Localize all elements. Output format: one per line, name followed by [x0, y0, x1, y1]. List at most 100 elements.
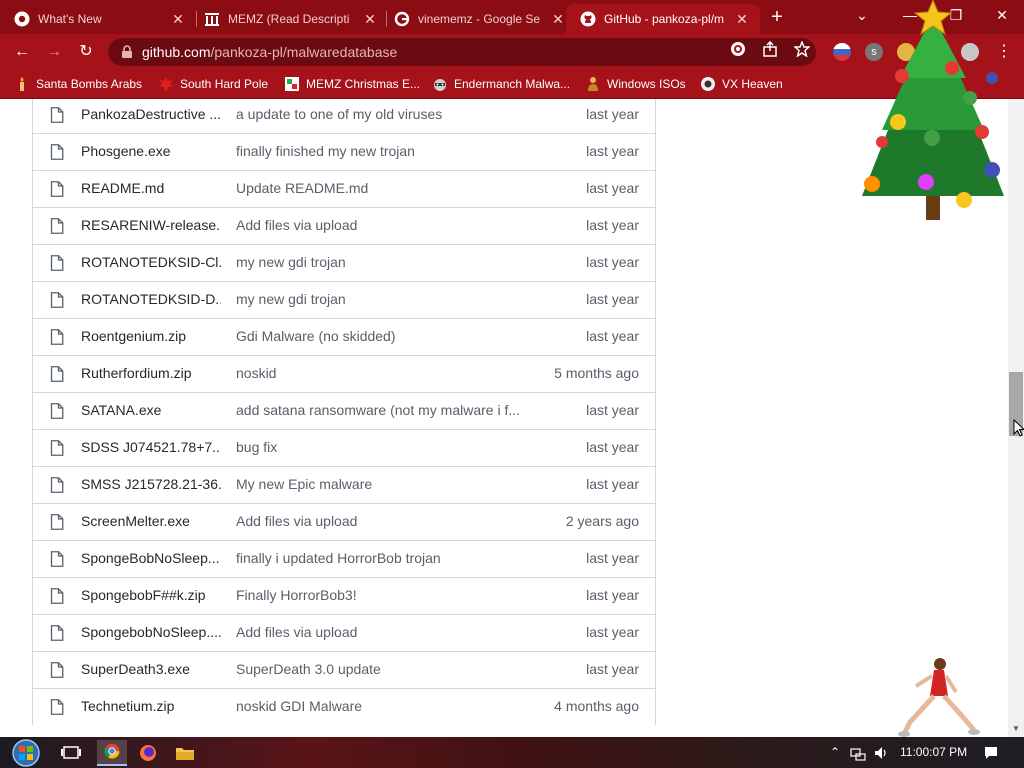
commit-message-link[interactable]: Finally HorrorBob3!: [236, 587, 526, 603]
memz-icon: [285, 77, 299, 91]
bookmark-star-icon[interactable]: [794, 41, 810, 57]
file-name-link[interactable]: Rutherfordium.zip: [81, 365, 221, 381]
file-name-link[interactable]: Roentgenium.zip: [81, 328, 221, 344]
windows-taskbar: ⌃ 11:00:07 PM: [0, 737, 1024, 768]
commit-message-link[interactable]: SuperDeath 3.0 update: [236, 661, 526, 677]
commit-message-link[interactable]: finally finished my new trojan: [236, 143, 526, 159]
scroll-down-arrow-icon[interactable]: ▼: [1008, 722, 1024, 736]
tab-whats-new[interactable]: What's New ✕: [0, 4, 196, 34]
file-row: PankozaDestructive ... a update to one of…: [33, 99, 655, 133]
tray-overflow-chevron-icon[interactable]: ⌃: [827, 745, 843, 761]
start-orb-icon[interactable]: [8, 737, 44, 768]
file-row: ROTANOTEDKSID-D... my new gdi trojan last …: [33, 281, 655, 318]
commit-date: last year: [586, 180, 639, 196]
commit-message-link[interactable]: finally i updated HorrorBob trojan: [236, 550, 526, 566]
task-view-icon[interactable]: [56, 740, 86, 766]
file-name-link[interactable]: SpongebobF##k.zip: [81, 587, 221, 603]
forward-button[interactable]: →: [44, 42, 64, 62]
firefox-icon[interactable]: [133, 740, 163, 766]
file-name-link[interactable]: ROTANOTEDKSID-D...: [81, 291, 221, 307]
file-icon: [50, 588, 64, 604]
bookmark-santa-bombs-arabs[interactable]: Santa Bombs Arabs: [14, 76, 142, 92]
file-name-link[interactable]: Technetium.zip: [81, 698, 221, 714]
bookmark-label: Endermanch Malwa...: [454, 77, 571, 91]
file-name-link[interactable]: SATANA.exe: [81, 402, 221, 418]
commit-message-link[interactable]: Add files via upload: [236, 624, 526, 640]
address-bar[interactable]: github.com/pankoza-pl/malwaredatabase: [108, 38, 816, 66]
commit-message-link[interactable]: My new Epic malware: [236, 476, 526, 492]
volume-icon[interactable]: [873, 745, 889, 761]
file-row: Roentgenium.zip Gdi Malware (no skidded) l…: [33, 318, 655, 355]
file-name-link[interactable]: SpongebobNoSleep....: [81, 624, 221, 640]
taskbar-clock[interactable]: 11:00:07 PM: [900, 745, 967, 759]
lock-icon: [122, 45, 132, 58]
file-name-link[interactable]: SDSS J074521.78+7...: [81, 439, 221, 455]
bookmark-windows-isos[interactable]: Windows ISOs: [585, 76, 686, 92]
commit-message-link[interactable]: noskid GDI Malware: [236, 698, 526, 714]
bookmark-endermanch-malware[interactable]: Endermanch Malwa...: [432, 76, 570, 92]
candle-icon: [20, 77, 24, 91]
commit-message-link[interactable]: Add files via upload: [236, 513, 526, 529]
bookmark-label: MEMZ Christmas E...: [306, 77, 421, 91]
close-icon[interactable]: ✕: [362, 11, 378, 28]
tab-title: What's New: [38, 12, 102, 26]
commit-date: last year: [586, 254, 639, 270]
share-icon[interactable]: [762, 41, 778, 57]
tab-memz[interactable]: MEMZ (Read Descripti ✕: [190, 4, 388, 34]
commit-date: last year: [586, 587, 639, 603]
file-icon: [50, 218, 64, 234]
commit-message-link[interactable]: my new gdi trojan: [236, 291, 526, 307]
tab-title: GitHub - pankoza-pl/m: [604, 12, 725, 26]
commit-date: last year: [586, 106, 639, 122]
file-icon: [50, 551, 64, 567]
chrome-taskbar-icon[interactable]: [97, 740, 127, 766]
tab-google-search[interactable]: vinememz - Google Se ✕: [380, 4, 576, 34]
file-icon: [50, 366, 64, 382]
commit-message-link[interactable]: my new gdi trojan: [236, 254, 526, 270]
file-icon: [50, 107, 64, 123]
file-name-link[interactable]: SpongeBobNoSleep...: [81, 550, 221, 566]
commit-message-link[interactable]: a update to one of my old viruses: [236, 106, 526, 122]
commit-message-link[interactable]: Add files via upload: [236, 217, 526, 233]
file-name-link[interactable]: PankozaDestructive ...: [81, 106, 221, 122]
file-row: ROTANOTEDKSID-Cl... my new gdi trojan last…: [33, 244, 655, 281]
reload-button[interactable]: ↻: [76, 42, 96, 62]
file-explorer-icon[interactable]: [170, 740, 200, 766]
bookmark-vx-heaven[interactable]: VX Heaven: [700, 76, 783, 92]
file-name-link[interactable]: ScreenMelter.exe: [81, 513, 221, 529]
commit-date: 5 months ago: [554, 365, 639, 381]
action-center-icon[interactable]: [983, 745, 999, 761]
bookmark-memz-christmas[interactable]: MEMZ Christmas E...: [284, 76, 420, 92]
tab-github[interactable]: GitHub - pankoza-pl/m ✕: [566, 4, 760, 34]
commit-message-link[interactable]: Gdi Malware (no skidded): [236, 328, 526, 344]
network-icon[interactable]: [850, 745, 866, 761]
url-text: github.com/pankoza-pl/malwaredatabase: [142, 44, 397, 60]
raccoon-icon: [434, 79, 446, 91]
commit-message-link[interactable]: noskid: [236, 365, 526, 381]
file-name-link[interactable]: SuperDeath3.exe: [81, 661, 221, 677]
mouse-cursor-icon: [1013, 419, 1024, 437]
file-name-link[interactable]: RESARENIW-release....: [81, 217, 221, 233]
close-icon[interactable]: ✕: [170, 11, 186, 28]
back-button[interactable]: ←: [12, 42, 32, 62]
bookmark-label: Santa Bombs Arabs: [36, 77, 143, 91]
file-row: SpongeBobNoSleep... finally i updated Hor…: [33, 540, 655, 577]
commit-date: last year: [586, 550, 639, 566]
file-name-link[interactable]: ROTANOTEDKSID-Cl...: [81, 254, 221, 270]
maple-leaf-icon: [159, 77, 173, 91]
file-name-link[interactable]: SMSS J215728.21-36...: [81, 476, 221, 492]
bookmark-label: VX Heaven: [722, 77, 783, 91]
bookmark-south-hard-pole[interactable]: South Hard Pole: [158, 76, 268, 92]
commit-message-link[interactable]: Update README.md: [236, 180, 526, 196]
commit-message-link[interactable]: add satana ransomware (not my malware i …: [236, 402, 526, 418]
file-row: SATANA.exe add satana ransomware (not my …: [33, 392, 655, 429]
url-path: /pankoza-pl/malwaredatabase: [210, 44, 398, 60]
file-list: PankozaDestructive ... a update to one of…: [32, 99, 656, 725]
google-lens-icon[interactable]: [730, 41, 746, 57]
close-icon[interactable]: ✕: [550, 11, 566, 28]
commit-message-link[interactable]: bug fix: [236, 439, 526, 455]
new-tab-button[interactable]: +: [764, 6, 790, 30]
file-name-link[interactable]: README.md: [81, 180, 221, 196]
file-name-link[interactable]: Phosgene.exe: [81, 143, 221, 159]
close-icon[interactable]: ✕: [734, 11, 750, 28]
